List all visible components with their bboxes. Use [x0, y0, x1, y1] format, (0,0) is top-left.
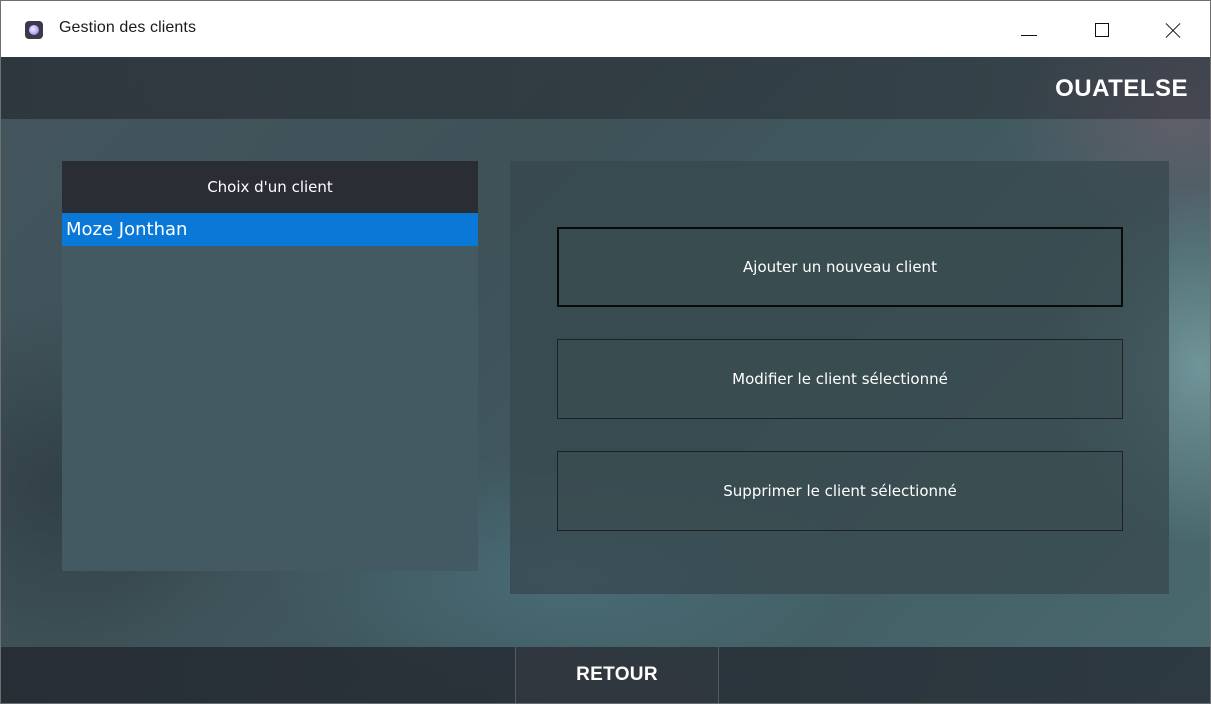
- maximize-icon[interactable]: [1081, 15, 1121, 45]
- edit-client-button[interactable]: Modifier le client sélectionné: [557, 339, 1123, 419]
- back-button[interactable]: RETOUR: [515, 647, 719, 703]
- app-window: Gestion des clients OUATELSE Choix d'un …: [0, 0, 1211, 704]
- title-bar[interactable]: Gestion des clients: [1, 1, 1210, 57]
- header-bar: OUATELSE: [1, 57, 1210, 119]
- client-list-item[interactable]: Moze Jonthan: [62, 213, 478, 246]
- client-list-header: Choix d'un client: [62, 161, 478, 213]
- add-client-button[interactable]: Ajouter un nouveau client: [557, 227, 1123, 307]
- minimize-icon[interactable]: [1007, 15, 1047, 45]
- delete-client-button[interactable]: Supprimer le client sélectionné: [557, 451, 1123, 531]
- client-area: OUATELSE Choix d'un client Moze Jonthan …: [1, 57, 1210, 703]
- footer-bar: RETOUR: [1, 647, 1210, 703]
- close-icon[interactable]: [1151, 15, 1191, 45]
- brand-label: OUATELSE: [1055, 75, 1188, 102]
- app-icon: [25, 21, 43, 39]
- client-list[interactable]: Choix d'un client Moze Jonthan: [62, 161, 478, 571]
- actions-panel: Ajouter un nouveau client Modifier le cl…: [510, 161, 1169, 594]
- window-title: Gestion des clients: [59, 19, 197, 36]
